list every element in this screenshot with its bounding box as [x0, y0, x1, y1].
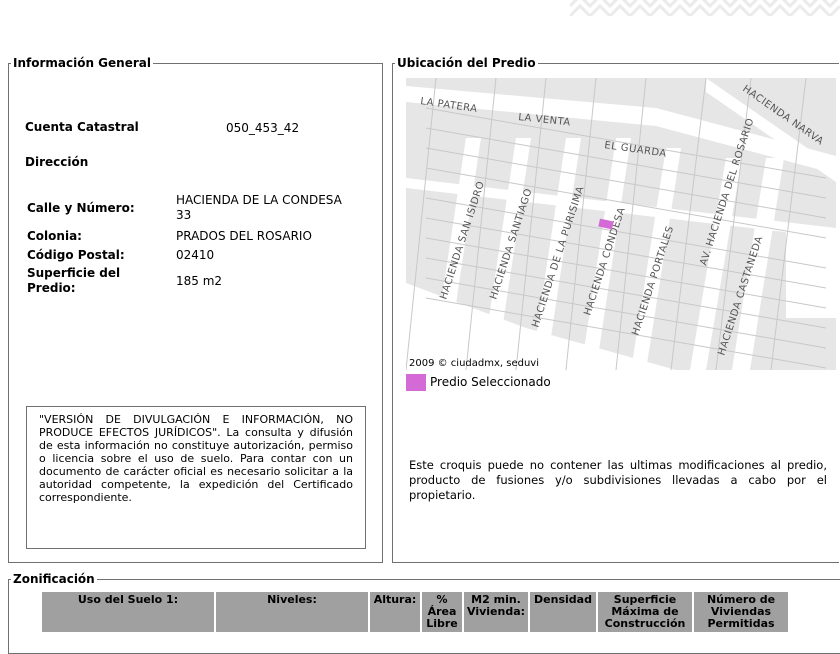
zonificacion-header-row: Uso del Suelo 1: Niveles: Altura: % Área… [42, 592, 789, 632]
calle-value-line2: 33 [176, 208, 192, 222]
zonificacion-table: Uso del Suelo 1: Niveles: Altura: % Área… [40, 590, 790, 634]
calle-value-line1: HACIENDA DE LA CONDESA [176, 193, 342, 207]
calle-label: Calle y Número: [27, 201, 135, 215]
cuenta-catastral-value: 050_453_42 [226, 121, 300, 135]
col-niveles: Niveles: [216, 592, 368, 632]
col-altura: Altura: [370, 592, 420, 632]
col-uso-suelo: Uso del Suelo 1: [42, 592, 214, 632]
col-numero-viviendas: Número de Viviendas Permitidas [694, 592, 789, 632]
colonia-label: Colonia: [27, 229, 82, 243]
disclaimer-text: "VERSIÓN DE DIVULGACIÓN E INFORMACIÓN, N… [26, 406, 366, 549]
map-credit: 2009 © ciudadmx, seduvi [409, 358, 539, 369]
legend-predio-seleccionado: Predio Seleccionado [430, 375, 551, 389]
superficie-label-line2: Predio: [27, 281, 76, 295]
ubicacion-predio-legend: Ubicación del Predio [397, 56, 536, 70]
informacion-general-legend: Información General [13, 56, 151, 70]
superficie-label-line1: Superficie del [27, 266, 121, 280]
codigo-postal-label: Código Postal: [27, 248, 125, 262]
zonificacion-legend: Zonificación [13, 572, 95, 586]
cuenta-catastral-label: Cuenta Catastral [25, 120, 139, 134]
superficie-value: 185 m2 [176, 274, 223, 288]
selected-parcel-swatch [406, 374, 426, 391]
colonia-value: PRADOS DEL ROSARIO [176, 229, 312, 243]
map-drawing: LA PATERA LA VENTA EL GUARDA HACIENDA NA… [406, 78, 836, 370]
croquis-note: Este croquis puede no contener las ultim… [409, 458, 827, 502]
col-superficie-maxima: Superficie Máxima de Construcción [598, 592, 693, 632]
direccion-label: Dirección [25, 155, 89, 169]
col-area-libre: % Área Libre [422, 592, 462, 632]
header-pattern [570, 0, 840, 16]
col-densidad: Densidad [530, 592, 597, 632]
col-m2-vivienda: M2 min. Vivienda: [464, 592, 529, 632]
location-map[interactable]: LA PATERA LA VENTA EL GUARDA HACIENDA NA… [406, 78, 836, 370]
codigo-postal-value: 02410 [176, 248, 215, 262]
